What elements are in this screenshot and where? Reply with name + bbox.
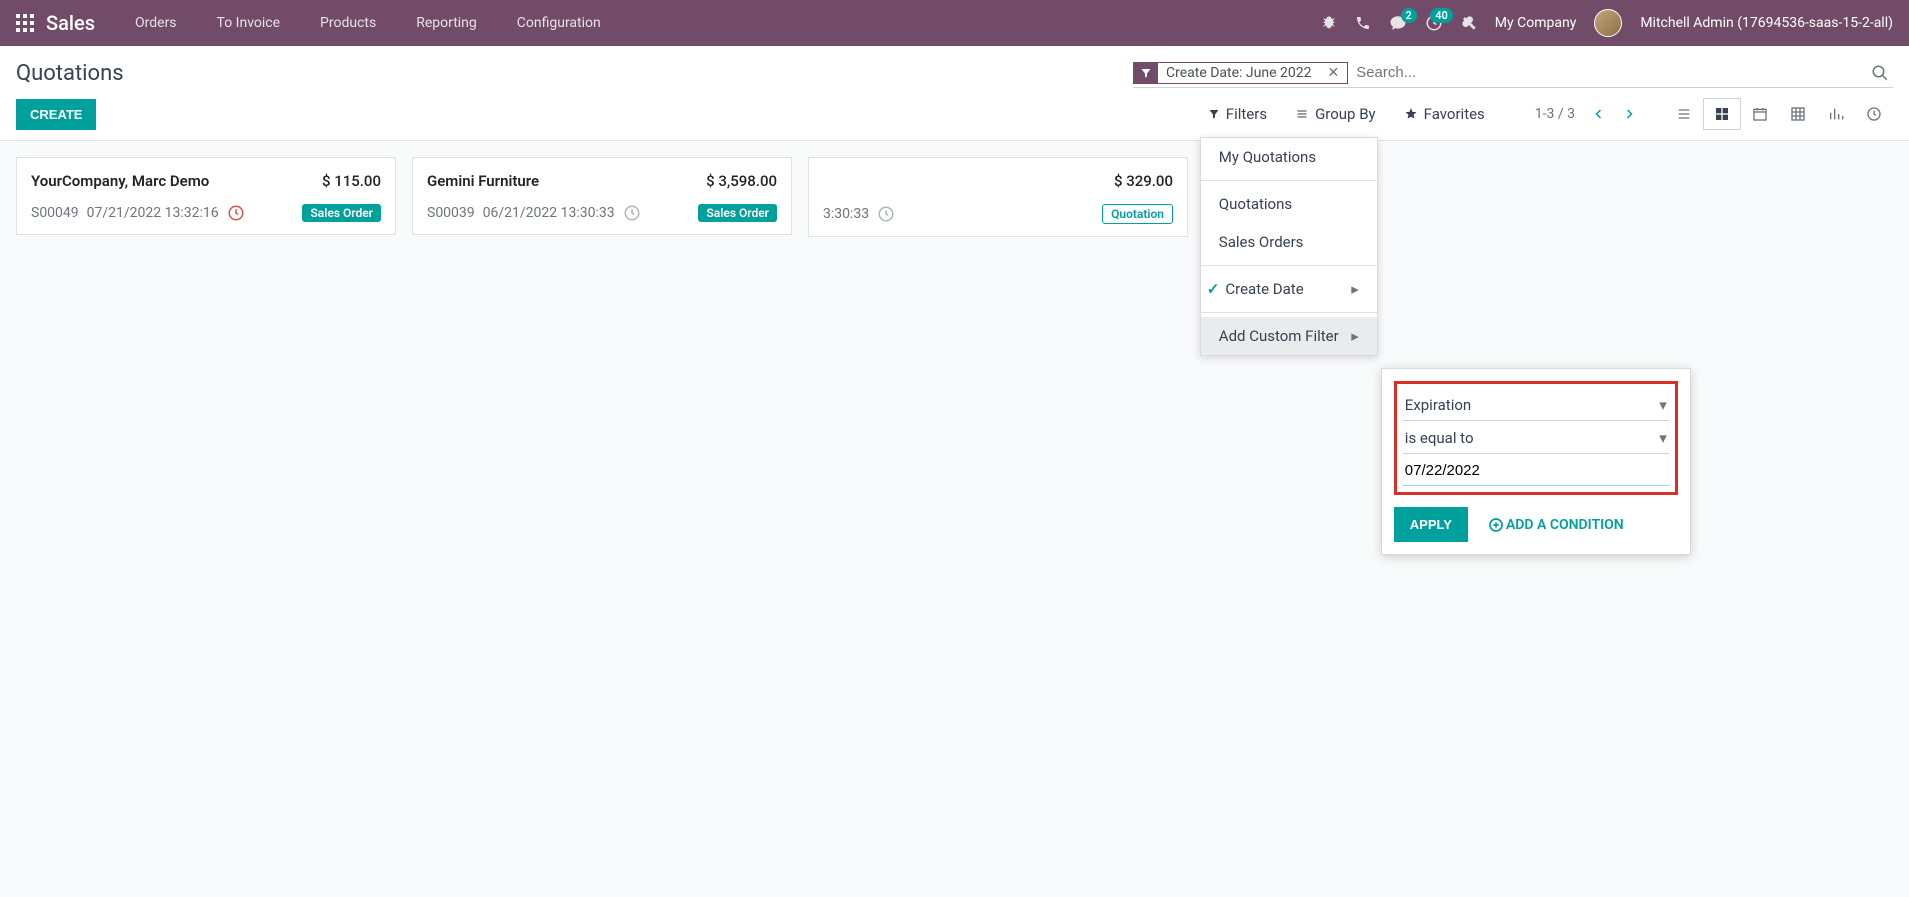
dd-add-custom-label: Add Custom Filter (1219, 327, 1339, 345)
search-facet: Create Date: June 2022 ✕ (1133, 62, 1348, 84)
activity-clock-icon[interactable] (877, 205, 895, 223)
main-menu: Orders To Invoice Products Reporting Con… (119, 0, 617, 46)
status-badge: Quotation (1102, 204, 1173, 224)
app-brand[interactable]: Sales (46, 11, 95, 35)
check-icon: ✓ (1207, 280, 1220, 298)
status-badge: Sales Order (698, 204, 777, 222)
view-graph[interactable] (1817, 98, 1855, 130)
view-kanban[interactable] (1703, 98, 1741, 130)
menu-configuration[interactable]: Configuration (501, 0, 617, 46)
facet-label: Create Date: June 2022 (1158, 63, 1319, 83)
favorites-label: Favorites (1424, 105, 1485, 123)
filters-dropdown: My Quotations Quotations Sales Orders ✓ … (1200, 137, 1378, 356)
facet-remove[interactable]: ✕ (1319, 63, 1347, 83)
card-date: 07/21/2022 13:32:16 (87, 205, 219, 221)
filters-label: Filters (1226, 105, 1267, 123)
menu-reporting[interactable]: Reporting (400, 0, 493, 46)
dd-quotations[interactable]: Quotations (1201, 185, 1377, 223)
avatar[interactable] (1594, 9, 1622, 37)
menu-orders[interactable]: Orders (119, 0, 193, 46)
pager-text[interactable]: 1-3 / 3 (1535, 106, 1575, 122)
view-list[interactable] (1665, 98, 1703, 130)
dd-add-custom-filter[interactable]: Add Custom Filter ▸ (1201, 317, 1377, 355)
control-panel: Quotations Create Date: June 2022 ✕ CREA… (0, 46, 1909, 141)
dd-create-date-label: Create Date (1225, 280, 1303, 298)
cf-field-select[interactable]: Expiration ▾ (1403, 390, 1669, 421)
activity-clock-icon[interactable] (623, 204, 641, 222)
view-pivot[interactable] (1779, 98, 1817, 130)
bug-icon[interactable] (1321, 15, 1337, 31)
pager: 1-3 / 3 (1535, 106, 1635, 122)
card-date: 3:30:33 (823, 206, 869, 222)
create-button[interactable]: CREATE (16, 99, 96, 130)
cf-operator-select[interactable]: is equal to ▾ (1403, 423, 1669, 454)
chevron-down-icon: ▾ (1659, 429, 1667, 447)
kanban-view: YourCompany, Marc Demo $ 115.00 S00049 0… (0, 141, 1909, 253)
chevron-down-icon: ▾ (1659, 396, 1667, 414)
menu-to-invoice[interactable]: To Invoice (201, 0, 297, 46)
status-badge: Sales Order (302, 204, 381, 222)
cf-value-input[interactable] (1403, 456, 1669, 486)
card-ref: S00049 (31, 205, 79, 221)
apps-icon[interactable] (16, 14, 34, 32)
tools-icon[interactable] (1461, 15, 1477, 31)
activity-clock-icon[interactable] (227, 204, 245, 222)
dd-my-quotations[interactable]: My Quotations (1201, 138, 1377, 176)
user-menu[interactable]: Mitchell Admin (17694536-saas-15-2-all) (1640, 15, 1893, 31)
add-condition-button[interactable]: ADD A CONDITION (1488, 517, 1624, 533)
kanban-card[interactable]: YourCompany, Marc Demo $ 115.00 S00049 0… (16, 157, 396, 235)
search-options: Filters My Quotations Quotations Sales O… (1208, 105, 1485, 123)
dd-create-date[interactable]: ✓ Create Date ▸ (1201, 270, 1377, 308)
view-calendar[interactable] (1741, 98, 1779, 130)
activities-badge: 40 (1430, 8, 1453, 23)
menu-products[interactable]: Products (304, 0, 392, 46)
caret-right-icon: ▸ (1351, 327, 1359, 345)
company-switcher[interactable]: My Company (1495, 15, 1577, 31)
card-ref: S00039 (427, 205, 475, 221)
card-title: YourCompany, Marc Demo (31, 172, 209, 190)
cf-operator-value: is equal to (1405, 429, 1474, 447)
caret-right-icon: ▸ (1351, 280, 1359, 298)
kanban-card[interactable]: Gemini Furniture $ 3,598.00 S00039 06/21… (412, 157, 792, 235)
pager-next[interactable] (1623, 106, 1635, 122)
filters-toggle[interactable]: Filters My Quotations Quotations Sales O… (1208, 105, 1267, 123)
custom-filter-fields: Expiration ▾ is equal to ▾ (1394, 381, 1678, 495)
card-amount: $ 329.00 (1114, 172, 1173, 190)
card-amount: $ 115.00 (322, 172, 381, 190)
card-amount: $ 3,598.00 (706, 172, 777, 190)
card-title: Gemini Furniture (427, 172, 539, 190)
filter-icon (1134, 63, 1158, 83)
systray: 2 40 My Company Mitchell Admin (17694536… (1321, 9, 1893, 37)
favorites-toggle[interactable]: Favorites (1404, 105, 1485, 123)
search-icon[interactable] (1867, 60, 1893, 86)
chat-icon[interactable]: 2 (1389, 14, 1407, 32)
dd-sales-orders[interactable]: Sales Orders (1201, 223, 1377, 261)
page-title: Quotations (16, 61, 124, 86)
apply-button[interactable]: APPLY (1394, 507, 1468, 542)
groupby-toggle[interactable]: Group By (1295, 105, 1376, 123)
view-switcher (1665, 98, 1893, 130)
add-condition-label: ADD A CONDITION (1506, 517, 1624, 533)
pager-prev[interactable] (1593, 106, 1605, 122)
clock-icon[interactable]: 40 (1425, 14, 1443, 32)
chat-badge: 2 (1401, 8, 1417, 23)
custom-filter-popup: Expiration ▾ is equal to ▾ APPLY (1381, 368, 1691, 555)
search-bar: Create Date: June 2022 ✕ (1133, 58, 1893, 88)
groupby-label: Group By (1315, 105, 1376, 123)
phone-icon[interactable] (1355, 15, 1371, 31)
search-input[interactable] (1348, 58, 1867, 87)
kanban-card[interactable]: $ 329.00 3:30:33 Quotation (808, 157, 1188, 237)
top-nav: Sales Orders To Invoice Products Reporti… (0, 0, 1909, 46)
view-activity[interactable] (1855, 98, 1893, 130)
card-date: 06/21/2022 13:30:33 (483, 205, 615, 221)
cf-field-value: Expiration (1405, 396, 1471, 414)
